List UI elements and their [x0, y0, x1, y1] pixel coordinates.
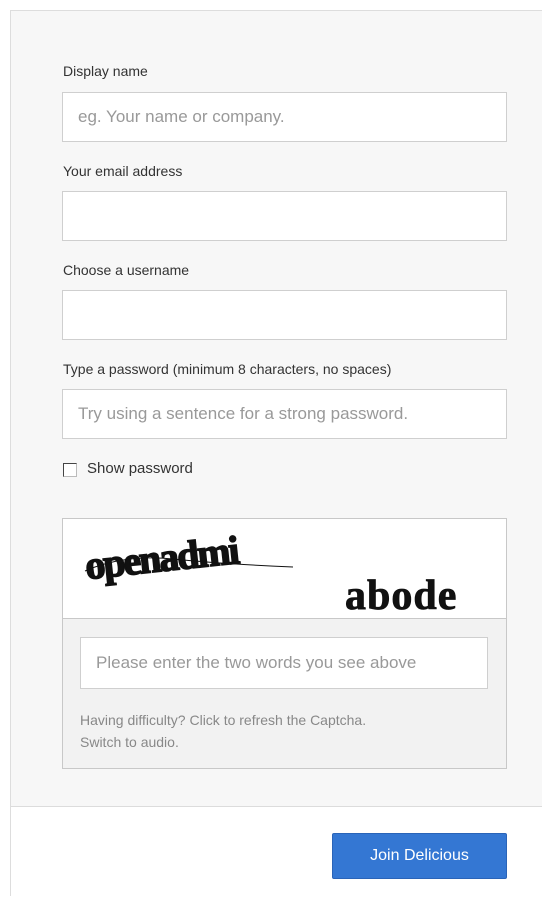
show-password-label[interactable]: Show password	[87, 460, 193, 477]
captcha-audio-link[interactable]: Switch to audio.	[80, 734, 179, 750]
display-name-input[interactable]	[62, 92, 507, 142]
show-password-checkbox[interactable]	[63, 463, 77, 477]
join-delicious-button[interactable]: Join Delicious	[332, 833, 507, 879]
captcha-image-svg: openadmi abode	[82, 526, 457, 618]
captcha-image: openadmi abode	[63, 519, 506, 619]
email-input[interactable]	[62, 191, 507, 241]
username-label: Choose a username	[63, 262, 190, 278]
captcha-box: openadmi abode Having difficulty? Click …	[62, 518, 507, 769]
captcha-input[interactable]	[80, 637, 488, 689]
captcha-help-text: Having difficulty?	[80, 712, 186, 728]
captcha-help: Having difficulty? Click to refresh the …	[80, 709, 366, 753]
password-label: Type a password (minimum 8 characters, n…	[63, 361, 392, 377]
password-input[interactable]	[62, 389, 507, 439]
display-name-label: Display name	[63, 63, 148, 79]
username-input[interactable]	[62, 290, 507, 340]
email-label: Your email address	[63, 163, 183, 179]
captcha-refresh-link[interactable]: Click to refresh the Captcha.	[189, 712, 366, 728]
signup-panel: Display name Your email address Choose a…	[10, 10, 542, 897]
captcha-word-2: abode	[345, 573, 457, 618]
show-password-row[interactable]: Show password	[63, 460, 193, 477]
footer: Join Delicious	[11, 807, 542, 897]
